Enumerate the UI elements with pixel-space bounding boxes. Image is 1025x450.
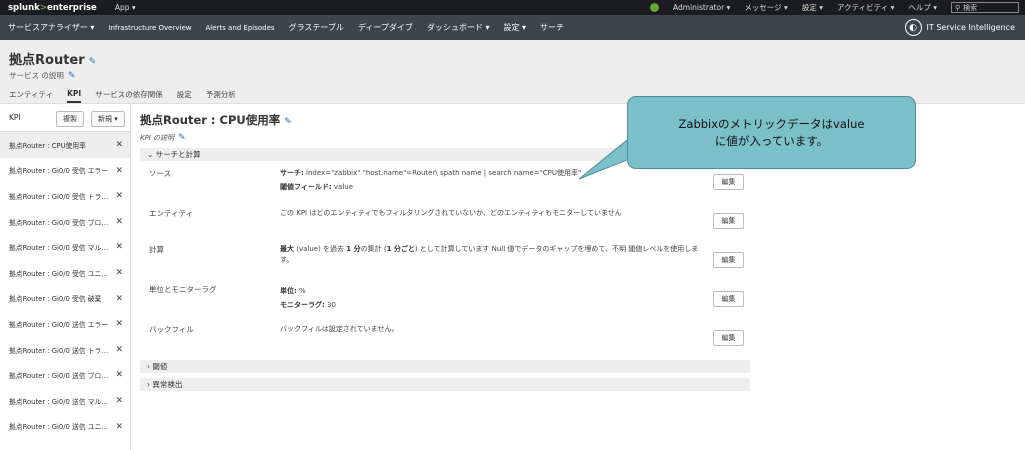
delete-kpi-close-icon[interactable]: ✕ — [115, 191, 123, 201]
app-menu[interactable]: App ▾ — [115, 3, 136, 12]
kpi-list-item[interactable]: 拠点Router : Gi0/0 受信 マルチキャスト✕ — [0, 234, 130, 260]
edit-backfill-button[interactable]: 編集 — [713, 330, 744, 346]
entity-content: この KPI はどのエンティティでもフィルタリングされていないか、どのエンティテ… — [280, 209, 622, 217]
edit-unit-button[interactable]: 編集 — [713, 291, 744, 307]
kpi-list-item[interactable]: 拠点Router : Gi0/0 送信 トラフィック✕ — [0, 337, 130, 363]
edit-description-pencil-icon[interactable]: ✎ — [68, 71, 76, 81]
source-content: サーチ: index="zabbix" "host.name"=Router\ … — [280, 169, 582, 191]
itsi-brand: ◐ IT Service Intelligence — [904, 18, 1015, 37]
kpi-sidebar: KPI 複製 新規 ▾ 拠点Router : CPU使用率 ✕ 拠点Router … — [0, 104, 131, 450]
health-status-icon[interactable] — [650, 3, 660, 12]
nav-service-analyzer[interactable]: サービスアナライザー ▾ — [8, 22, 94, 33]
edit-entity-button[interactable]: 編集 — [713, 213, 744, 229]
callout-line-1: Zabbixのメトリックデータはvalue — [678, 116, 865, 131]
callout-annotation: Zabbixのメトリックデータはvalue に値が入っています。 — [627, 96, 916, 169]
source-label: ソース — [149, 169, 172, 178]
kpi-list-item[interactable]: 拠点Router : Gi0/0 受信 ブロードキャスト✕ — [0, 209, 130, 235]
edit-source-button[interactable]: 編集 — [713, 174, 744, 190]
nav-dashboards[interactable]: ダッシュボード ▾ — [427, 22, 490, 33]
nav-search[interactable]: サーチ — [540, 22, 564, 33]
kpi-description: KPI の説明 ✎ — [140, 133, 186, 143]
kpi-list-item[interactable]: 拠点Router : Gi0/0 送信 ブロードキャスト✕ — [0, 362, 130, 388]
nav-configuration[interactable]: 設定 ▾ — [503, 22, 526, 33]
kpi-sidebar-header: KPI 複製 新規 ▾ — [0, 104, 130, 132]
delete-kpi-close-icon[interactable]: ✕ — [115, 166, 123, 176]
tab-predictive-analytics[interactable]: 予測分析 — [206, 89, 236, 103]
search-icon: ⚲ — [955, 3, 961, 12]
top-bar: splunk>enterprise App ▾ Administrator ▾ … — [0, 0, 1025, 15]
edit-calculation-button[interactable]: 編集 — [713, 252, 744, 268]
settings-menu[interactable]: 設定 ▾ — [802, 2, 823, 13]
delete-kpi-close-icon[interactable]: ✕ — [115, 396, 123, 406]
edit-kpi-description-pencil-icon[interactable]: ✎ — [178, 133, 186, 143]
user-menu[interactable]: Administrator ▾ — [673, 3, 730, 12]
calculation-label: 計算 — [149, 245, 164, 254]
kpi-list-item[interactable]: 拠点Router : Gi0/0 受信 ユニキャスト✕ — [0, 260, 130, 286]
search-input[interactable]: ⚲ 検索 — [951, 2, 1019, 13]
tab-entities[interactable]: エンティティ — [9, 89, 53, 103]
unit-lag-content: 単位: % モニターラグ: 30 — [280, 287, 336, 309]
kpi-list-item[interactable]: 拠点Router : CPU使用率 ✕ — [0, 132, 130, 158]
nav-alerts-episodes[interactable]: Alerts and Episodes — [206, 24, 275, 32]
clone-button[interactable]: 複製 — [56, 111, 84, 127]
edit-title-pencil-icon[interactable]: ✎ — [89, 57, 97, 67]
kpi-list-item[interactable]: 拠点Router : Gi0/0 送信 エラー ✕ — [0, 311, 130, 337]
tab-settings[interactable]: 設定 — [177, 89, 192, 103]
backfill-label: バックフィル — [149, 325, 194, 334]
activity-menu[interactable]: アクティビティ ▾ — [837, 2, 894, 13]
kpi-list-item[interactable]: 拠点Router : Gi0/0 受信 トラフィック✕ — [0, 183, 130, 209]
delete-kpi-close-icon[interactable]: ✕ — [115, 217, 123, 227]
delete-kpi-close-icon[interactable]: ✕ — [115, 319, 123, 329]
callout-line-2: に値が入っています。 — [714, 133, 829, 148]
delete-kpi-close-icon[interactable]: ✕ — [115, 242, 123, 252]
kpi-list-item[interactable]: 拠点Router : Gi0/0 送信 ユニキャスト✕ — [0, 414, 130, 440]
calculation-content: 最大 (value) を過去 1 分の集計 (1 分ごと) として計算しています… — [280, 245, 699, 264]
new-kpi-button[interactable]: 新規 ▾ — [91, 111, 125, 127]
kpi-list-item[interactable]: 拠点Router : Gi0/0 受信 エラー ✕ — [0, 158, 130, 184]
kpi-list-item[interactable]: 拠点Router : Gi0/0 送信 マルチキャスト✕ — [0, 388, 130, 414]
service-title: 拠点Router ✎ — [9, 53, 97, 68]
tab-service-dependencies[interactable]: サービスの依存関係 — [95, 89, 163, 103]
top-right-menus: Administrator ▾ メッセージ ▾ 設定 ▾ アクティビティ ▾ ヘ… — [650, 0, 1019, 15]
delete-kpi-close-icon[interactable]: ✕ — [115, 140, 123, 150]
kpi-list: 拠点Router : CPU使用率 ✕ 拠点Router : Gi0/0 受信 エ… — [0, 132, 130, 439]
chevron-down-icon: ⌄ — [147, 150, 156, 159]
messages-menu[interactable]: メッセージ ▾ — [744, 2, 788, 13]
splunk-logo[interactable]: splunk>enterprise — [8, 3, 97, 13]
app-nav-bar: サービスアナライザー ▾ Infrastructure Overview Ale… — [0, 15, 1025, 40]
delete-kpi-close-icon[interactable]: ✕ — [115, 268, 123, 278]
section-anomaly-header[interactable]: › 異常検出 — [140, 378, 750, 391]
delete-kpi-close-icon[interactable]: ✕ — [115, 422, 123, 432]
kpi-title: 拠点Router : CPU使用率 ✎ — [140, 113, 292, 127]
unit-lag-label: 単位とモニターラグ — [149, 285, 217, 294]
help-menu[interactable]: ヘルプ ▾ — [908, 2, 937, 13]
edit-kpi-title-pencil-icon[interactable]: ✎ — [284, 117, 292, 127]
nav-glass-tables[interactable]: グラステーブル — [289, 22, 344, 33]
service-description: サービス の説明 ✎ — [9, 71, 76, 81]
kpi-list-item[interactable]: 拠点Router : Gi0/0 受信 破棄 ✕ — [0, 286, 130, 312]
delete-kpi-close-icon[interactable]: ✕ — [115, 370, 123, 380]
section-thresholds-header[interactable]: › 閾値 — [140, 360, 750, 373]
kpi-sidebar-title: KPI — [9, 113, 21, 122]
backfill-content: バックフィルは設定されていません。 — [280, 325, 399, 333]
tab-kpi[interactable]: KPI — [67, 89, 82, 103]
service-header: 拠点Router ✎ サービス の説明 ✎ — [0, 40, 1025, 88]
nav-deep-dives[interactable]: ディープダイブ — [358, 22, 413, 33]
delete-kpi-close-icon[interactable]: ✕ — [115, 294, 123, 304]
itsi-logo-icon: ◐ — [904, 19, 922, 36]
entity-label: エンティティ — [149, 209, 194, 218]
delete-kpi-close-icon[interactable]: ✕ — [115, 345, 123, 355]
nav-infrastructure-overview[interactable]: Infrastructure Overview — [108, 24, 191, 32]
